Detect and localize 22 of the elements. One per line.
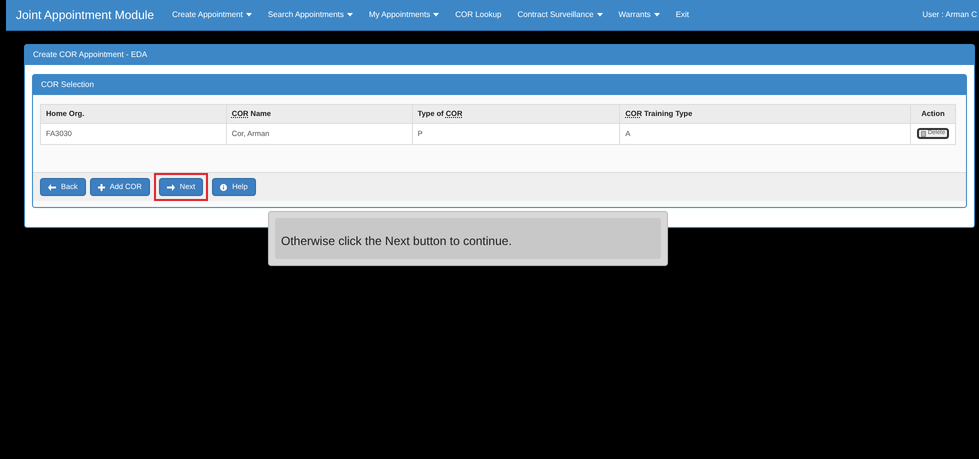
caret-icon (433, 13, 440, 17)
plus-icon (98, 184, 105, 190)
panel-title: Create COR Appointment - EDA (33, 49, 148, 61)
nav-menu-item[interactable]: Exit (668, 9, 698, 21)
panel-title: COR Selection (41, 79, 94, 91)
nav-menu-item[interactable]: My Appointments (360, 9, 448, 21)
brand-link[interactable]: Joint Appointment Module (6, 6, 164, 24)
arrow-right-icon (166, 184, 175, 190)
nav-menu-item[interactable]: Search Appointments (260, 9, 361, 21)
nav-menu-item[interactable]: Contract Surveillance (509, 9, 611, 21)
arrow-left-icon (48, 184, 56, 190)
trash-icon (920, 130, 926, 137)
caret-icon (346, 13, 353, 17)
user-label: User : Arman C (922, 9, 978, 21)
nav-menu-item[interactable]: Create Appointment (164, 9, 260, 21)
caret-icon (596, 13, 603, 17)
info-icon (220, 184, 228, 190)
caret-icon (654, 13, 660, 17)
tooltip-text: Otherwise click the Next button to continue. (281, 234, 512, 248)
nav-menu-item[interactable]: Warrants (610, 9, 668, 21)
nav-menu-item[interactable]: COR Lookup (447, 9, 510, 21)
caret-icon (246, 13, 252, 17)
